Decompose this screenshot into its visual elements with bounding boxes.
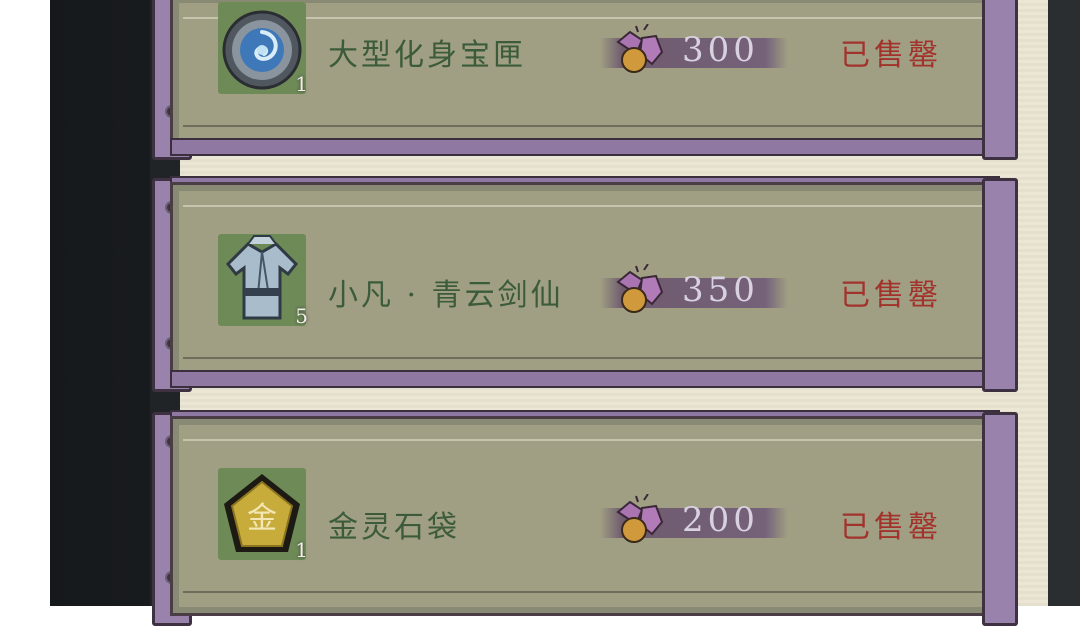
item-name: 金灵石袋 [328, 510, 460, 545]
frame-post-right [982, 412, 1018, 626]
sold-out-label: 已售罄 [840, 510, 942, 545]
spirit-gourd-currency-icon [616, 494, 664, 543]
price-value: 350 [682, 270, 759, 310]
item-quantity: 5 [295, 304, 308, 328]
robe-outfit-icon [225, 235, 299, 320]
price-tag: 300 [600, 24, 790, 76]
item-quantity: 1 [295, 72, 308, 96]
price-value: 200 [682, 500, 759, 540]
svg-text:金: 金 [247, 501, 277, 536]
vortex-orb-icon [222, 10, 302, 90]
item-icon-slot[interactable]: 金 1 [218, 468, 308, 562]
frame-post-right [982, 0, 1018, 160]
item-quantity: 1 [295, 538, 308, 562]
price-value: 300 [682, 30, 759, 70]
item-name: 大型化身宝匣 [328, 38, 526, 73]
shop-item-row[interactable]: 金 1 金灵石袋 200 已售罄 [150, 410, 1030, 626]
spirit-gourd-currency-icon [616, 24, 664, 73]
price-tag: 350 [600, 264, 790, 316]
sold-out-label: 已售罄 [840, 278, 942, 313]
item-name: 小凡 · 青云剑仙 [328, 278, 564, 313]
frame-post-right [982, 178, 1018, 392]
gold-stone-bag-icon: 金 [224, 474, 300, 552]
item-icon-slot[interactable]: 5 [218, 234, 308, 328]
frame-rail [170, 138, 1000, 156]
spirit-gourd-currency-icon [616, 264, 664, 313]
right-edge [1048, 0, 1080, 606]
frame-rail [170, 370, 1000, 388]
price-tag: 200 [600, 494, 790, 546]
item-icon-slot[interactable]: 1 [218, 2, 308, 96]
shop-item-row[interactable]: 5 小凡 · 青云剑仙 350 已售罄 [150, 176, 1030, 392]
sold-out-label: 已售罄 [840, 38, 942, 73]
shop-item-row[interactable]: 1 大型化身宝匣 300 已售罄 [150, 0, 1030, 160]
